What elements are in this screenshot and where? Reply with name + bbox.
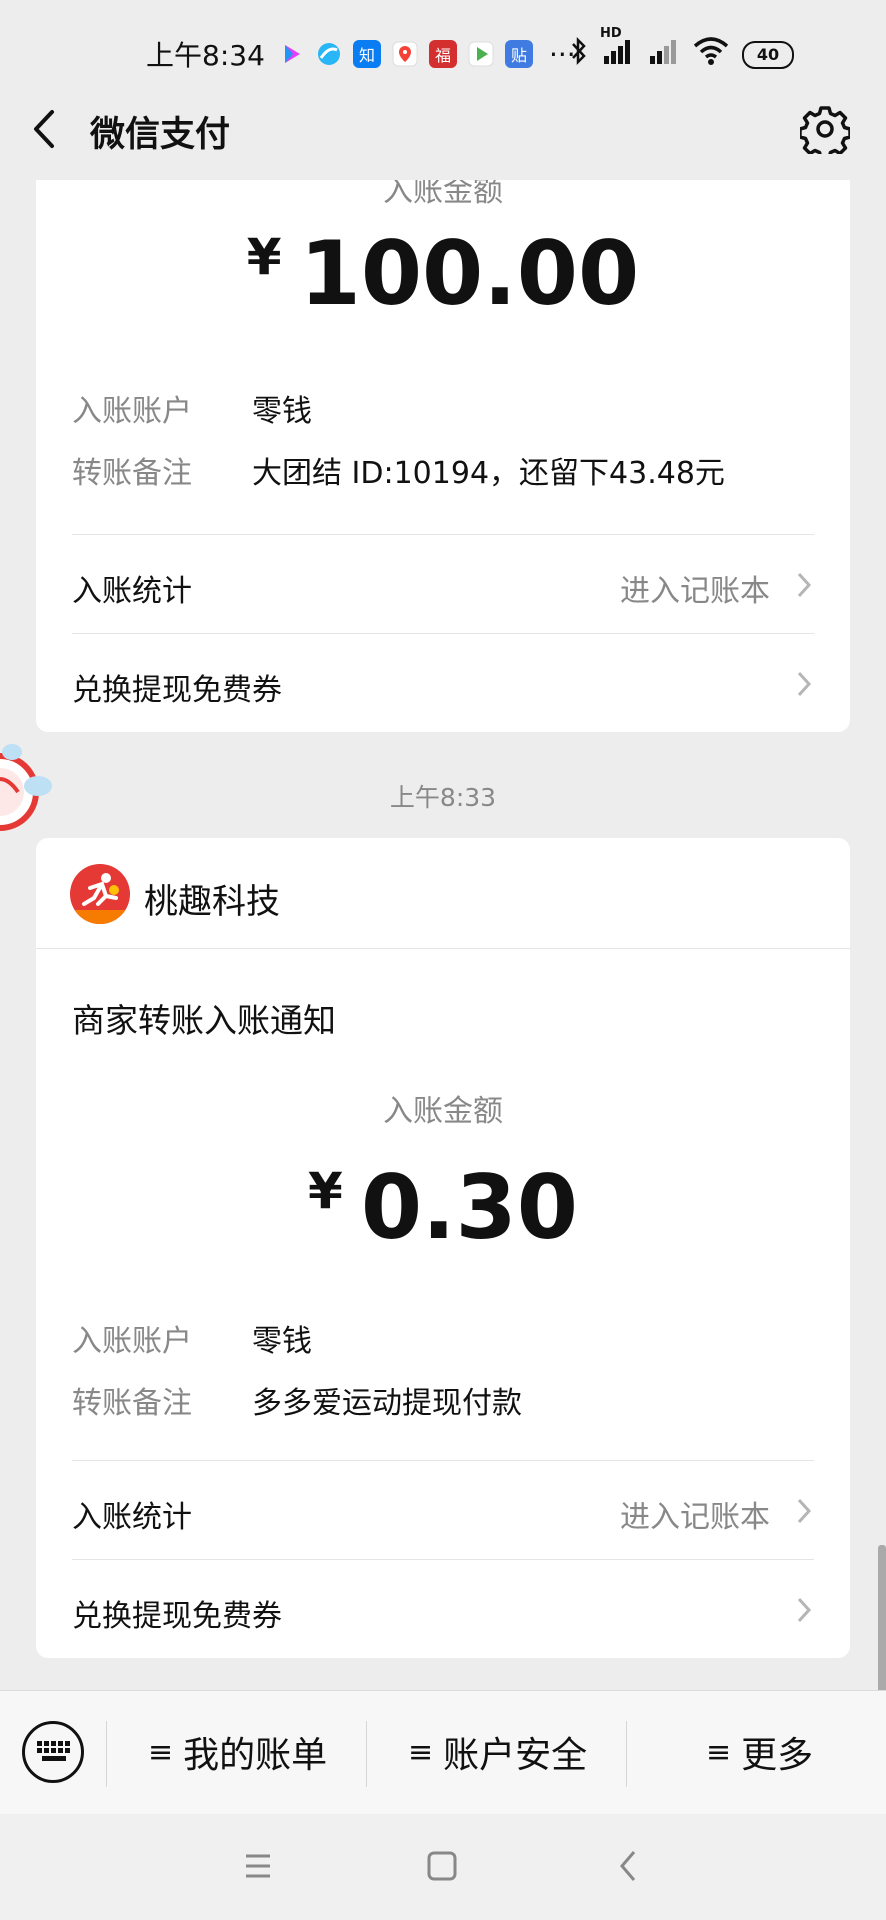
menu-icon: ≡ xyxy=(148,1734,174,1770)
keyboard-icon xyxy=(37,1741,70,1761)
fu-icon: 福 xyxy=(429,40,457,68)
currency-symbol: ¥ xyxy=(308,1162,343,1220)
menu-icon: ≡ xyxy=(408,1734,434,1770)
nav-bar: 微信支付 xyxy=(0,90,886,180)
divider xyxy=(36,948,850,949)
wifi-icon xyxy=(692,36,730,73)
menu-label: 账户安全 xyxy=(443,1735,588,1776)
remark-value: 多多爱运动提现付款 xyxy=(252,1386,522,1421)
maps-icon xyxy=(391,40,419,68)
signal-hd-icon: HD xyxy=(600,26,634,73)
chevron-right-icon xyxy=(797,572,812,598)
back-button[interactable] xyxy=(26,104,66,154)
back-arrow-icon xyxy=(34,110,54,148)
coupon-row[interactable]: 兑换提现免费券 xyxy=(36,1561,850,1657)
system-nav-bar xyxy=(0,1814,886,1920)
remark-key: 转账备注 xyxy=(72,456,192,491)
menu-lines-icon xyxy=(246,1854,270,1878)
play-icon xyxy=(467,40,495,68)
account-value: 零钱 xyxy=(252,1324,312,1359)
ledger-link: 进入记账本 xyxy=(620,574,770,609)
stats-row[interactable]: 入账统计 进入记账本 xyxy=(36,536,850,632)
merchant-name: 桃趣科技 xyxy=(144,882,280,922)
recents-button[interactable] xyxy=(238,1844,278,1888)
amount-value: 100.00 xyxy=(299,222,640,325)
browser-icon xyxy=(315,40,343,68)
notice-title: 商家转账入账通知 xyxy=(72,1001,336,1040)
divider xyxy=(72,1460,814,1461)
message-timestamp: 上午8:33 xyxy=(389,783,497,812)
video-app-icon xyxy=(277,40,305,68)
divider xyxy=(72,633,814,634)
signal-icon xyxy=(646,36,680,73)
scrollbar[interactable] xyxy=(878,1545,886,1695)
system-back-button[interactable] xyxy=(608,1844,648,1888)
account-key: 入账账户 xyxy=(72,1324,192,1359)
stats-row[interactable]: 入账统计 进入记账本 xyxy=(36,1462,850,1558)
coupon-label: 兑换提现免费券 xyxy=(72,673,282,708)
amount-display: ¥0.30 xyxy=(36,1156,850,1259)
menu-my-bills[interactable]: ≡ 我的账单 xyxy=(148,1727,327,1777)
zhihu-icon: 知 xyxy=(353,40,381,68)
divider xyxy=(72,1559,814,1560)
page-title: 微信支付 xyxy=(90,115,231,155)
tieba-icon: 贴 xyxy=(505,40,533,68)
home-button[interactable] xyxy=(420,1844,464,1888)
gear-icon xyxy=(798,106,852,160)
amount-value: 0.30 xyxy=(360,1156,578,1259)
settings-button[interactable] xyxy=(798,104,852,160)
coupon-row[interactable]: 兑换提现免费券 xyxy=(36,635,850,731)
menu-label: 更多 xyxy=(741,1735,814,1776)
divider xyxy=(72,534,814,535)
account-key: 入账账户 xyxy=(72,394,192,429)
notification-icons: 知 福 贴 ··· xyxy=(277,38,576,71)
chevron-right-icon xyxy=(797,1498,812,1524)
chevron-right-icon xyxy=(797,1597,812,1623)
currency-symbol: ¥ xyxy=(246,228,282,286)
chevron-right-icon xyxy=(797,671,812,697)
amount-label: 入账金额 xyxy=(383,180,503,209)
merchant-logo xyxy=(70,864,130,924)
remark-value: 大团结 ID:10194，还留下43.48元 xyxy=(252,456,725,491)
square-icon xyxy=(427,1851,457,1881)
transfer-card-1: 入账金额 ¥100.00 入账账户 零钱 转账备注 大团结 ID:10194，还… xyxy=(36,180,850,732)
menu-separator xyxy=(366,1721,367,1787)
menu-label: 我的账单 xyxy=(183,1735,328,1776)
bluetooth-icon xyxy=(570,36,588,73)
remark-key: 转账备注 xyxy=(72,1386,192,1421)
battery-icon: 40 xyxy=(742,40,794,69)
menu-separator xyxy=(626,1721,627,1787)
back-chevron-icon xyxy=(620,1851,636,1881)
system-status: HD 40 xyxy=(570,26,794,73)
stats-label: 入账统计 xyxy=(72,1500,192,1535)
menu-separator xyxy=(106,1721,107,1787)
menu-account-security[interactable]: ≡ 账户安全 xyxy=(408,1727,587,1777)
runner-icon xyxy=(70,873,130,924)
amount-display: ¥100.00 xyxy=(36,222,850,325)
stats-label: 入账统计 xyxy=(72,574,192,609)
ledger-link: 进入记账本 xyxy=(620,1500,770,1535)
menu-icon: ≡ xyxy=(706,1734,732,1770)
keyboard-toggle-button[interactable] xyxy=(22,1721,84,1783)
menu-more[interactable]: ≡ 更多 xyxy=(706,1727,813,1777)
account-value: 零钱 xyxy=(252,394,312,429)
bottom-menu: ≡ 我的账单 ≡ 账户安全 ≡ 更多 xyxy=(0,1690,886,1815)
transfer-card-2: 桃趣科技 商家转账入账通知 入账金额 ¥0.30 入账账户 零钱 转账备注 多多… xyxy=(36,838,850,1658)
amount-label: 入账金额 xyxy=(383,1094,503,1129)
status-time: 上午8:34 xyxy=(146,39,265,72)
coupon-label: 兑换提现免费券 xyxy=(72,1599,282,1634)
